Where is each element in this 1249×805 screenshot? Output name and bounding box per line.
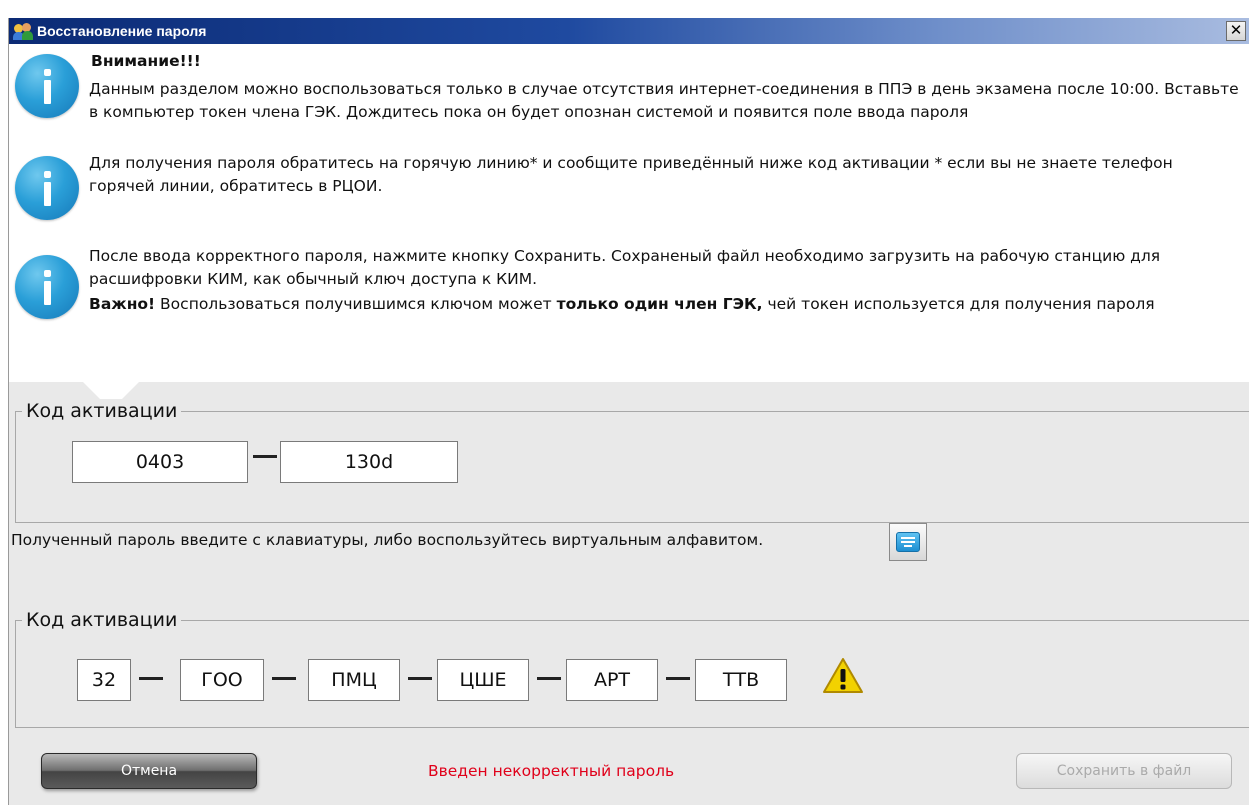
title-bar[interactable]: Восстановление пароля ✕ — [9, 18, 1249, 44]
important-text-1: Воспользоваться получившимся ключом може… — [155, 295, 557, 313]
activation-code-separator — [253, 455, 277, 458]
important-note: Важно! Воспользоваться получившимся ключ… — [89, 293, 1249, 316]
info-message-2: Для получения пароля обратитесь на горяч… — [89, 154, 1173, 195]
password-part-4-input[interactable] — [437, 659, 529, 701]
password-separator — [666, 677, 690, 680]
info-message-3: После ввода корректного пароля, нажмите … — [89, 247, 1161, 288]
attention-title: Внимание!!! — [91, 52, 201, 70]
info-message-1: Данным разделом можно воспользоваться то… — [89, 80, 1239, 121]
password-part-3-input[interactable] — [308, 659, 400, 701]
password-separator — [537, 677, 561, 680]
close-button[interactable]: ✕ — [1226, 21, 1246, 41]
warning-icon — [823, 658, 863, 693]
password-separator — [272, 677, 296, 680]
info-icon — [15, 156, 79, 220]
virtual-keyboard-button[interactable] — [889, 523, 927, 561]
password-part-5-input[interactable] — [566, 659, 658, 701]
password-hint: Полученный пароль введите с клавиатуры, … — [11, 531, 764, 549]
activation-code-legend: Код активации — [22, 399, 182, 423]
important-bold: только один член ГЭК, — [556, 295, 763, 313]
window-title: Восстановление пароля — [37, 23, 207, 39]
save-to-file-button[interactable]: Сохранить в файл — [1016, 753, 1232, 789]
important-label: Важно! — [89, 295, 156, 313]
keyboard-icon — [896, 532, 920, 552]
password-recovery-window: Восстановление пароля ✕ Внимание!!! Данн… — [8, 18, 1249, 805]
activation-code-part-2: 130d — [280, 441, 458, 483]
password-legend: Код активации — [22, 608, 182, 632]
password-part-1-input[interactable] — [77, 659, 131, 701]
activation-code-part-1: 0403 — [72, 441, 248, 483]
password-separator — [139, 677, 163, 680]
cancel-button[interactable]: Отмена — [41, 753, 257, 789]
important-text-2: чей токен используется для получения пар… — [762, 295, 1155, 313]
users-icon — [13, 21, 35, 41]
info-icon — [15, 255, 79, 319]
password-separator — [408, 677, 432, 680]
info-icon — [15, 54, 79, 118]
info-panel: Внимание!!! Данным разделом можно воспол… — [9, 44, 1249, 382]
password-part-6-input[interactable] — [695, 659, 787, 701]
error-message: Введен некорректный пароль — [428, 762, 675, 780]
password-part-2-input[interactable] — [180, 659, 264, 701]
